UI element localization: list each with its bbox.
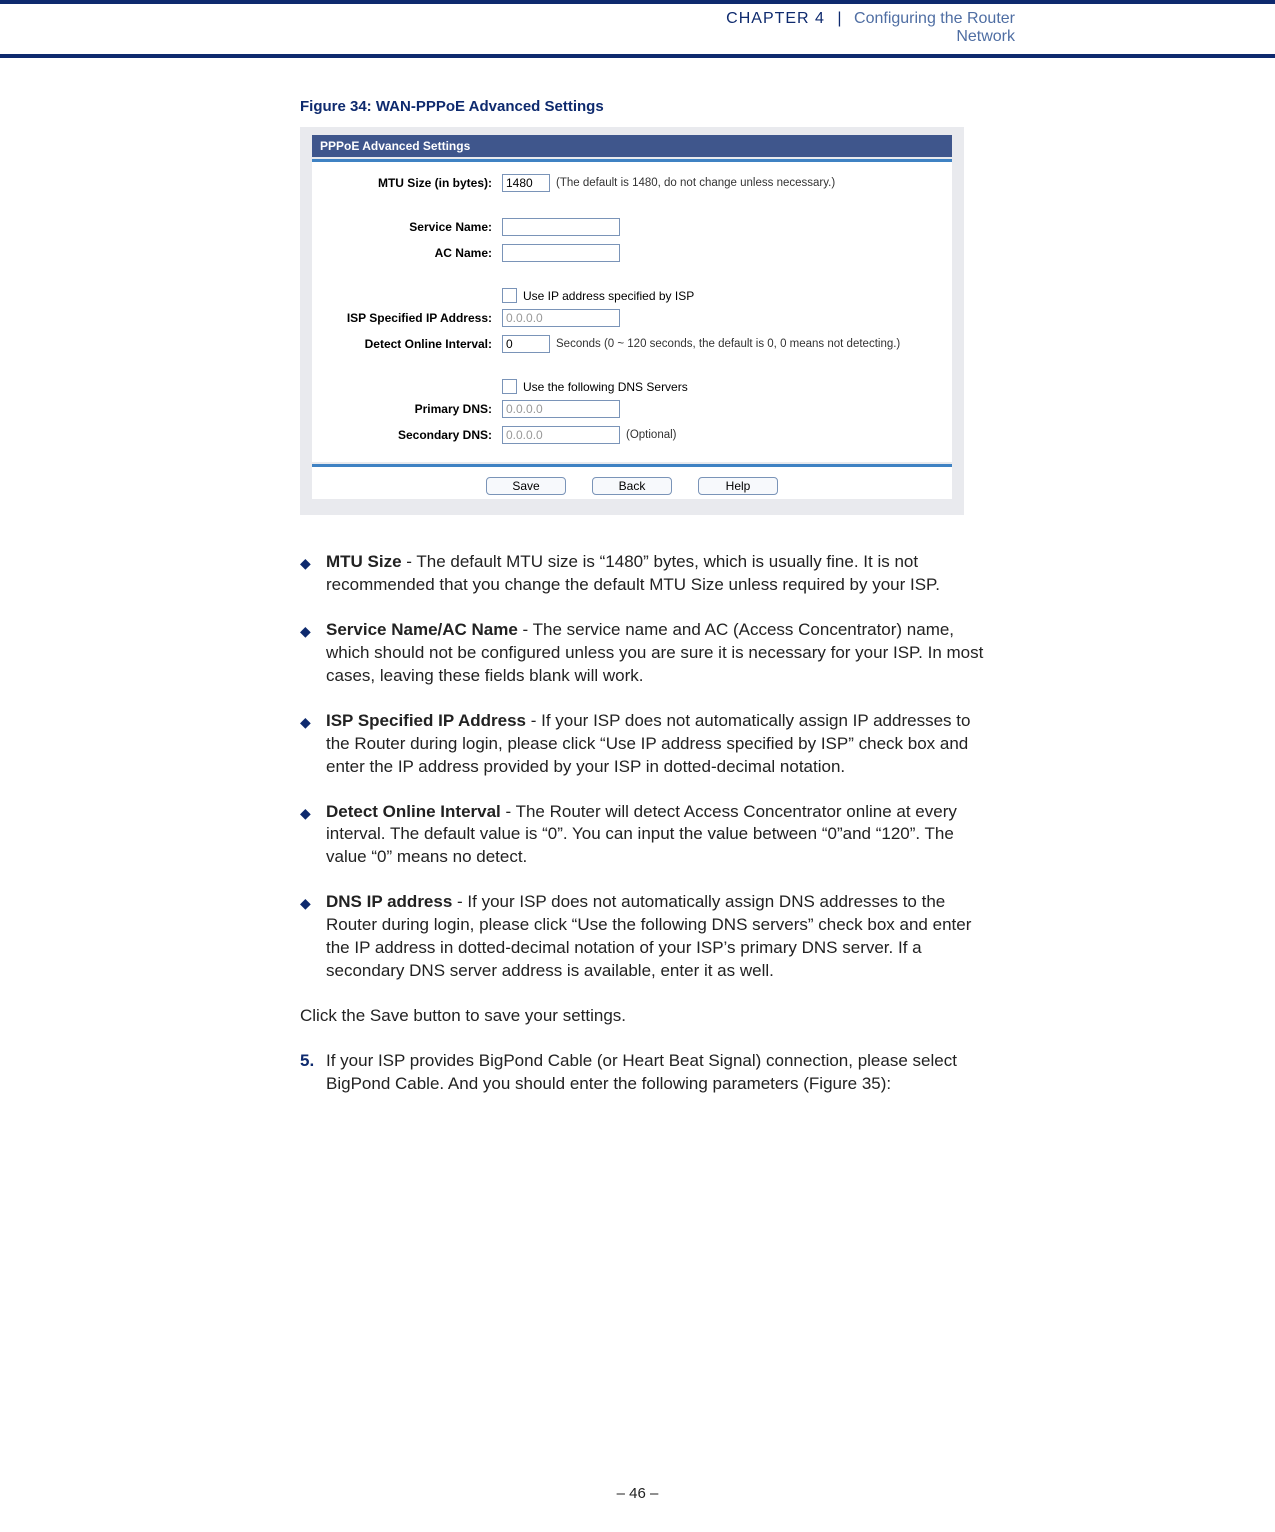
primary-dns-input[interactable] xyxy=(502,400,620,418)
row-use-dns: Use the following DNS Servers xyxy=(502,379,942,394)
b3-title: ISP Specified IP Address xyxy=(326,711,526,730)
secondary-dns-label: Secondary DNS: xyxy=(322,428,502,442)
service-name-input[interactable] xyxy=(502,218,620,236)
figure-caption: Figure 34: WAN-PPPoE Advanced Settings xyxy=(300,98,995,115)
diamond-icon: ◆ xyxy=(300,891,326,983)
button-bar: Save Back Help xyxy=(312,464,952,499)
row-isp-ip: ISP Specified IP Address: xyxy=(322,309,942,327)
use-isp-ip-checkbox[interactable] xyxy=(502,288,517,303)
b2-title: Service Name/AC Name xyxy=(326,620,518,639)
back-button[interactable]: Back xyxy=(592,477,672,495)
row-secondary-dns: Secondary DNS: (Optional) xyxy=(322,426,942,444)
b4-title: Detect Online Interval xyxy=(326,802,501,821)
detect-hint: Seconds (0 ~ 120 seconds, the default is… xyxy=(556,338,900,350)
step-5-text: If your ISP provides BigPond Cable (or H… xyxy=(326,1050,995,1096)
help-button[interactable]: Help xyxy=(698,477,778,495)
bullet-2: ◆ Service Name/AC Name - The service nam… xyxy=(300,619,995,688)
secondary-dns-input[interactable] xyxy=(502,426,620,444)
row-service-name: Service Name: xyxy=(322,218,942,236)
secondary-dns-hint: (Optional) xyxy=(626,429,677,441)
bullet-1: ◆ MTU Size - The default MTU size is “14… xyxy=(300,551,995,597)
panel-body: MTU Size (in bytes): (The default is 148… xyxy=(312,159,952,462)
use-dns-checkbox[interactable] xyxy=(502,379,517,394)
step-5: 5. If your ISP provides BigPond Cable (o… xyxy=(300,1050,995,1096)
bullet-3: ◆ ISP Specified IP Address - If your ISP… xyxy=(300,710,995,779)
bullet-5: ◆ DNS IP address - If your ISP does not … xyxy=(300,891,995,983)
row-use-isp-ip: Use IP address specified by ISP xyxy=(502,288,942,303)
b5-title: DNS IP address xyxy=(326,892,452,911)
header-title-1: Configuring the Router xyxy=(854,10,1015,27)
mtu-label: MTU Size (in bytes): xyxy=(322,176,502,190)
b1-text: - The default MTU size is “1480” bytes, … xyxy=(326,552,940,594)
use-isp-ip-label: Use IP address specified by ISP xyxy=(523,289,694,303)
isp-ip-input[interactable] xyxy=(502,309,620,327)
primary-dns-label: Primary DNS: xyxy=(322,402,502,416)
screenshot-panel: PPPoE Advanced Settings MTU Size (in byt… xyxy=(300,127,964,515)
detect-input[interactable] xyxy=(502,335,550,353)
diamond-icon: ◆ xyxy=(300,710,326,779)
second-rule xyxy=(0,54,1275,58)
row-detect: Detect Online Interval: Seconds (0 ~ 120… xyxy=(322,335,942,353)
row-mtu: MTU Size (in bytes): (The default is 148… xyxy=(322,174,942,192)
step-5-number: 5. xyxy=(300,1050,326,1096)
mtu-hint: (The default is 1480, do not change unle… xyxy=(556,177,835,189)
use-dns-label: Use the following DNS Servers xyxy=(523,380,688,394)
isp-ip-label: ISP Specified IP Address: xyxy=(322,311,502,325)
save-button[interactable]: Save xyxy=(486,477,566,495)
page-number: – 46 – xyxy=(0,1485,1275,1502)
save-instruction: Click the Save button to save your setti… xyxy=(300,1005,995,1028)
bullet-4: ◆ Detect Online Interval - The Router wi… xyxy=(300,801,995,870)
ac-name-input[interactable] xyxy=(502,244,620,262)
body-text: ◆ MTU Size - The default MTU size is “14… xyxy=(300,551,995,1096)
detect-label: Detect Online Interval: xyxy=(322,337,502,351)
mtu-input[interactable] xyxy=(502,174,550,192)
row-primary-dns: Primary DNS: xyxy=(322,400,942,418)
diamond-icon: ◆ xyxy=(300,801,326,870)
header-separator: | xyxy=(837,10,841,27)
service-name-label: Service Name: xyxy=(322,220,502,234)
panel-title: PPPoE Advanced Settings xyxy=(312,135,952,157)
ac-name-label: AC Name: xyxy=(322,246,502,260)
row-ac-name: AC Name: xyxy=(322,244,942,262)
diamond-icon: ◆ xyxy=(300,619,326,688)
diamond-icon: ◆ xyxy=(300,551,326,597)
page-header: CHAPTER 4 | Configuring the Router Netwo… xyxy=(0,4,1275,52)
b1-title: MTU Size xyxy=(326,552,402,571)
header-title-2: Network xyxy=(956,28,1015,45)
chapter-label: CHAPTER 4 xyxy=(726,10,825,27)
